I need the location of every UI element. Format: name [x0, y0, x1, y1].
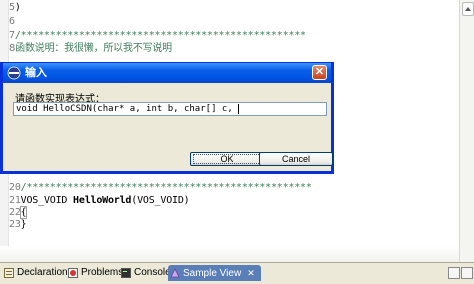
sample-view-icon: [170, 268, 180, 278]
tab-declaration[interactable]: Declaration: [2, 265, 68, 281]
line-number: 22: [9, 207, 21, 218]
comment-text: /***************************************…: [14, 30, 306, 41]
code-line-21[interactable]: 21VOS_VOID HelloWorld(VOS_VOID): [9, 195, 190, 207]
code-line-7[interactable]: 7/**************************************…: [9, 30, 306, 42]
scroll-up-arrow-icon[interactable]: [462, 2, 474, 16]
ok-button[interactable]: OK: [190, 152, 264, 166]
code-text: (VOS_VOID): [131, 195, 190, 206]
focus-ring: [193, 154, 261, 164]
eclipse-window-icon: [7, 66, 21, 80]
code-line-5[interactable]: 5): [9, 2, 21, 14]
text-caret: [238, 103, 240, 114]
tab-console[interactable]: Console: [119, 265, 171, 281]
editor-bottom-edge: [0, 246, 460, 262]
tab-sample-view[interactable]: Sample View ✕: [168, 265, 261, 281]
cancel-button[interactable]: Cancel: [259, 152, 333, 166]
code-text: ): [14, 2, 21, 13]
maximize-view-icon[interactable]: [461, 267, 473, 279]
close-icon: ✕: [314, 66, 325, 78]
code-line-23[interactable]: 23}: [9, 219, 27, 231]
line-number: 23: [9, 219, 21, 230]
tab-label: Declaration: [17, 267, 68, 278]
comment-text: /***************************************…: [20, 182, 312, 193]
code-line-20[interactable]: 20/*************************************…: [9, 182, 312, 194]
code-line-6[interactable]: 6: [9, 16, 15, 28]
close-button[interactable]: ✕: [312, 65, 327, 80]
code-line-22[interactable]: 22{: [9, 206, 28, 219]
cancel-label: Cancel: [281, 154, 310, 164]
tab-label: Console: [134, 267, 171, 278]
input-dialog: 输入 ✕ 请函数实现表达式： void HelloCSDN(char* a, i…: [0, 62, 334, 174]
tab-problems[interactable]: Problems: [66, 265, 123, 281]
code-line-8[interactable]: 8函数说明：我很懒，所以我不写说明: [9, 43, 172, 55]
declaration-icon: [4, 268, 14, 278]
comment-text: 函数说明：我很懒，所以我不写说明: [15, 43, 172, 54]
dialog-title: 输入: [25, 67, 47, 79]
problems-icon: [68, 268, 78, 278]
minimize-view-icon[interactable]: [448, 267, 460, 279]
line-number: 6: [9, 16, 15, 27]
code-text: }: [20, 219, 27, 230]
line-number: 21: [9, 195, 21, 206]
vertical-scrollbar[interactable]: [459, 0, 474, 262]
tab-label: Sample View: [183, 268, 242, 279]
expression-input[interactable]: void HelloCSDN(char* a, int b, char[] c,: [13, 102, 327, 116]
views-tab-bar: Declaration Problems Console Sample View…: [0, 262, 474, 284]
matching-brace: {: [19, 206, 28, 219]
keyword-text: VOS_VOID: [20, 195, 74, 206]
close-tab-icon[interactable]: ✕: [247, 268, 255, 278]
console-icon: [121, 268, 131, 278]
dialog-titlebar[interactable]: 输入 ✕: [3, 63, 331, 83]
line-number: 20: [9, 182, 21, 193]
input-value: void HelloCSDN(char* a, int b, char[] c,: [16, 104, 239, 114]
tab-label: Problems: [81, 267, 124, 278]
function-name: HelloWorld: [73, 195, 132, 206]
